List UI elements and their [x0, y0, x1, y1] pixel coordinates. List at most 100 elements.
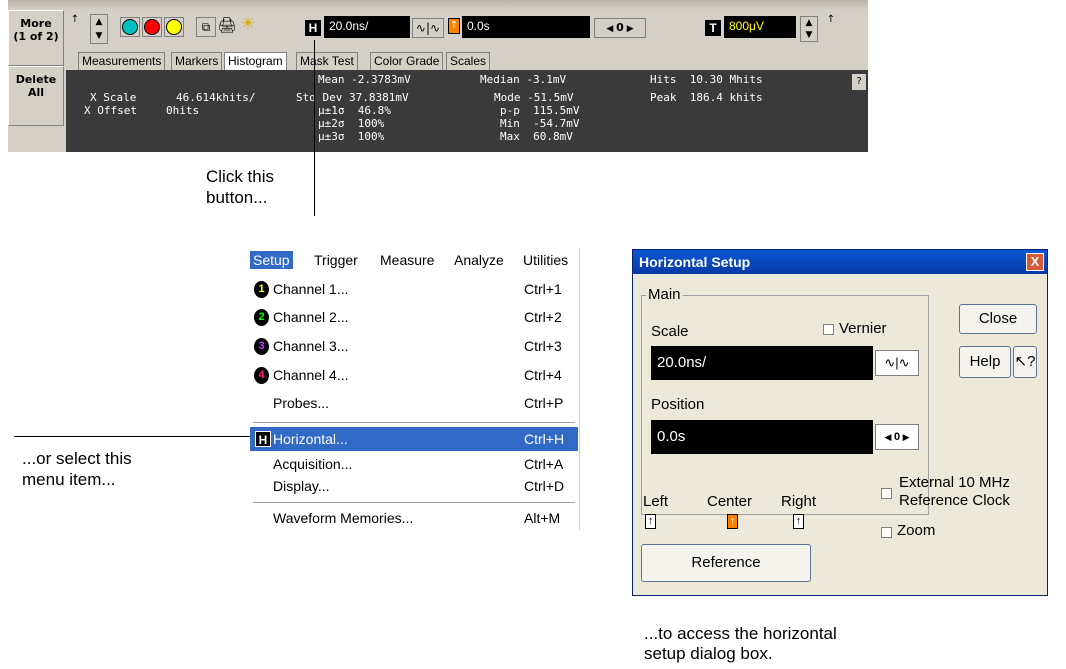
channel-red-button[interactable]: [142, 17, 162, 37]
menu-item-label: Channel 1...: [273, 281, 349, 297]
menu-item-channel-2[interactable]: 2 Channel 2... Ctrl+2: [250, 305, 578, 329]
menu-item-display[interactable]: Display... Ctrl+D: [250, 474, 578, 498]
position-stepper[interactable]: ◀ 0 ▶: [594, 18, 646, 38]
dialog-title: Horizontal Setup: [633, 250, 1047, 274]
dialog-close-icon[interactable]: X: [1026, 253, 1044, 271]
tab-scales[interactable]: Scales: [446, 52, 491, 70]
vernier-label: Vernier: [839, 320, 887, 337]
histogram-stats-panel: X Scale 46.614khits/ X Offset 0hits Mean…: [66, 70, 868, 152]
menu-item-label: Horizontal...: [273, 431, 348, 447]
channel-yellow-button[interactable]: [164, 17, 184, 37]
stat-max: Max 60.8mV: [500, 130, 573, 143]
position-stepper[interactable]: ◀ 0 ▶: [875, 424, 919, 450]
channel-3-icon: 3: [254, 338, 269, 355]
stat-mu-1sigma: μ±1σ 46.8%: [318, 104, 391, 117]
menu-item-channel-3[interactable]: 3 Channel 3... Ctrl+3: [250, 334, 578, 358]
x-offset-value: 0hits: [166, 104, 200, 117]
channel-cyan-button[interactable]: [120, 17, 140, 37]
callout-access-line1: ...to access the horizontal: [644, 624, 837, 643]
position-label: Position: [651, 396, 705, 413]
menu-separator: [253, 422, 575, 423]
tab-color-grade[interactable]: Color Grade: [370, 52, 444, 70]
horizontal-setup-dialog: Horizontal Setup X Main Scale Vernier 20…: [632, 249, 1048, 596]
menu-item-label: Acquisition...: [273, 456, 353, 472]
stat-pp: p-p 115.5mV: [500, 104, 580, 117]
scale-input[interactable]: 20.0ns/: [651, 346, 873, 380]
more-button[interactable]: More (1 of 2): [8, 10, 64, 66]
stat-min: Min -54.7mV: [500, 117, 580, 130]
help-icon[interactable]: ?: [852, 74, 866, 90]
h-badge-label: H: [308, 21, 318, 35]
menu-item-label: Probes...: [273, 395, 330, 411]
trigger-marker-icon[interactable]: ↑: [826, 14, 836, 28]
setup-menu: Setup Trigger Measure Analyze Utilities …: [250, 248, 580, 530]
scale-field[interactable]: 20.0ns/: [324, 16, 410, 38]
horizontal-badge-icon: H: [255, 431, 271, 447]
menu-item-label: Waveform Memories...: [273, 510, 414, 526]
ref-left-marker-icon[interactable]: ↑: [645, 514, 656, 529]
menu-setup[interactable]: Setup: [250, 251, 293, 269]
reference-button[interactable]: Reference: [641, 544, 811, 582]
trigger-level-field[interactable]: 800μV: [724, 16, 796, 38]
menu-item-shortcut: Ctrl+D: [524, 478, 565, 494]
zoom-label: Zoom: [897, 522, 936, 539]
whats-this-button[interactable]: ↖?: [1013, 346, 1037, 378]
x-scale-label: X Scale: [90, 91, 137, 104]
callout-select-line2: menu item...: [22, 470, 116, 489]
channel-4-icon: 4: [254, 367, 269, 384]
stat-hits: Hits 10.30 Mhits: [650, 73, 763, 86]
ref-center-marker-icon[interactable]: ↑: [727, 514, 738, 529]
trigger-badge[interactable]: T: [705, 20, 721, 36]
menu-utilities[interactable]: Utilities: [520, 251, 571, 269]
tab-measurements[interactable]: Measurements: [78, 52, 166, 70]
zoom-checkbox[interactable]: [881, 527, 892, 538]
menu-item-shortcut: Ctrl+2: [524, 309, 562, 325]
toolbar-top-strip: [8, 0, 868, 10]
menu-item-probes[interactable]: Probes... Ctrl+P: [250, 391, 578, 415]
scale-vernier-icon[interactable]: ∿|∿: [412, 18, 444, 38]
menu-measure[interactable]: Measure: [377, 251, 437, 269]
ref-center-label: Center: [707, 493, 753, 510]
channel-2-icon: 2: [254, 309, 269, 326]
position-field[interactable]: 0.0s: [462, 16, 590, 38]
menu-analyze[interactable]: Analyze: [451, 251, 507, 269]
close-button[interactable]: Close: [959, 304, 1037, 334]
vertical-marker-icon[interactable]: ↑: [70, 14, 80, 28]
more-label: More: [20, 17, 52, 30]
menu-item-label: Channel 3...: [273, 338, 349, 354]
menu-trigger[interactable]: Trigger: [311, 251, 361, 269]
printer-icon[interactable]: 🖨: [217, 16, 237, 36]
scale-vernier-icon[interactable]: ∿|∿: [875, 350, 919, 376]
external-ref-checkbox[interactable]: [881, 488, 892, 499]
menu-bar: Setup Trigger Measure Analyze Utilities: [250, 248, 580, 272]
ref-right-marker-icon[interactable]: ↑: [793, 514, 804, 529]
trigger-reference-icon[interactable]: ↑: [448, 18, 460, 34]
up-down-arrow-icon[interactable]: ▲ ▼: [90, 14, 108, 44]
window-icon[interactable]: ⧉: [196, 17, 216, 37]
vernier-checkbox[interactable]: [823, 324, 834, 335]
external-ref-label: External 10 MHz Reference Clock: [899, 474, 1010, 510]
position-input[interactable]: 0.0s: [651, 420, 873, 454]
trigger-level-spinner[interactable]: ▲ ▼: [800, 16, 818, 42]
sun-icon[interactable]: ☀: [238, 14, 258, 36]
menu-item-channel-4[interactable]: 4 Channel 4... Ctrl+4: [250, 363, 578, 387]
menu-item-label: Display...: [273, 478, 330, 494]
tab-histogram[interactable]: Histogram: [224, 52, 287, 70]
help-button[interactable]: Help: [959, 346, 1011, 378]
menu-item-waveform-memories[interactable]: Waveform Memories... Alt+M: [250, 506, 578, 530]
stat-mean: Mean -2.3783mV: [318, 73, 411, 86]
stat-peak: Peak 186.4 khits: [650, 91, 763, 104]
horizontal-setup-button[interactable]: H: [305, 20, 321, 36]
more-sub-label: (1 of 2): [13, 30, 59, 43]
delete-all-button[interactable]: Delete All: [8, 66, 64, 126]
menu-item-acquisition[interactable]: Acquisition... Ctrl+A: [250, 452, 578, 476]
callout-access-dialog: ...to access the horizontal setup dialog…: [644, 624, 837, 664]
menu-item-shortcut: Ctrl+4: [524, 367, 562, 383]
tab-mask-test[interactable]: Mask Test: [296, 52, 358, 70]
tab-markers[interactable]: Markers: [171, 52, 223, 70]
menu-item-channel-1[interactable]: 1 Channel 1... Ctrl+1: [250, 277, 578, 301]
callout-click-button: Click this button...: [206, 166, 274, 208]
callout-line-horizontal: [14, 436, 258, 437]
menu-item-shortcut: Ctrl+1: [524, 281, 562, 297]
menu-item-horizontal[interactable]: H Horizontal... Ctrl+H: [250, 427, 578, 451]
